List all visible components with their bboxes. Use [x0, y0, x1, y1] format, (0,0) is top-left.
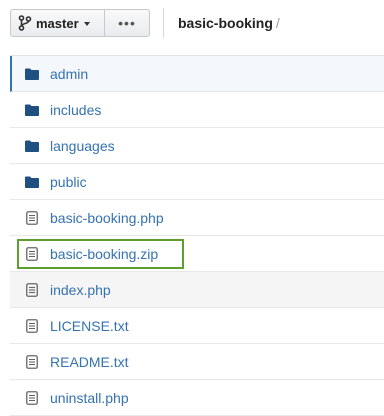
branch-name: master: [36, 15, 79, 31]
file-name[interactable]: basic-booking.php: [50, 210, 164, 226]
file-name[interactable]: uninstall.php: [50, 390, 129, 406]
list-item[interactable]: LICENSE.txt: [10, 308, 384, 344]
list-item[interactable]: basic-booking.php: [10, 200, 384, 236]
file-name[interactable]: LICENSE.txt: [50, 318, 129, 334]
list-item[interactable]: includes: [10, 92, 384, 128]
list-item[interactable]: index.php: [10, 272, 384, 308]
folder-icon: [24, 174, 40, 190]
toolbar: master ••• basic-booking /: [10, 8, 280, 38]
file-name[interactable]: index.php: [50, 282, 111, 298]
file-name[interactable]: README.txt: [50, 354, 129, 370]
list-item[interactable]: basic-booking.zip: [10, 236, 384, 272]
folder-icon: [24, 138, 40, 154]
file-list: admin includes languages public basic-bo…: [10, 55, 384, 416]
chevron-down-icon: [83, 21, 90, 26]
toolbar-divider: [163, 8, 164, 38]
file-name[interactable]: admin: [50, 66, 88, 82]
file-icon: [24, 318, 40, 334]
breadcrumb-separator: /: [275, 15, 280, 31]
list-item[interactable]: public: [10, 164, 384, 200]
file-icon: [24, 390, 40, 406]
file-icon: [24, 246, 40, 262]
file-icon: [24, 354, 40, 370]
branch-button-group: master •••: [10, 9, 150, 37]
breadcrumb: basic-booking /: [178, 15, 280, 31]
folder-icon: [24, 102, 40, 118]
file-name[interactable]: languages: [50, 138, 115, 154]
folder-icon: [24, 66, 40, 82]
list-item[interactable]: languages: [10, 128, 384, 164]
file-icon: [24, 282, 40, 298]
list-item[interactable]: uninstall.php: [10, 380, 384, 416]
list-item[interactable]: README.txt: [10, 344, 384, 380]
more-actions-button[interactable]: •••: [105, 10, 149, 36]
file-name[interactable]: includes: [50, 102, 101, 118]
breadcrumb-repo[interactable]: basic-booking: [178, 15, 273, 31]
list-item[interactable]: admin: [10, 56, 384, 92]
branch-icon: [18, 15, 32, 31]
file-name[interactable]: basic-booking.zip: [50, 246, 158, 262]
file-icon: [24, 210, 40, 226]
file-name[interactable]: public: [50, 174, 87, 190]
branch-selector-button[interactable]: master: [11, 10, 105, 36]
